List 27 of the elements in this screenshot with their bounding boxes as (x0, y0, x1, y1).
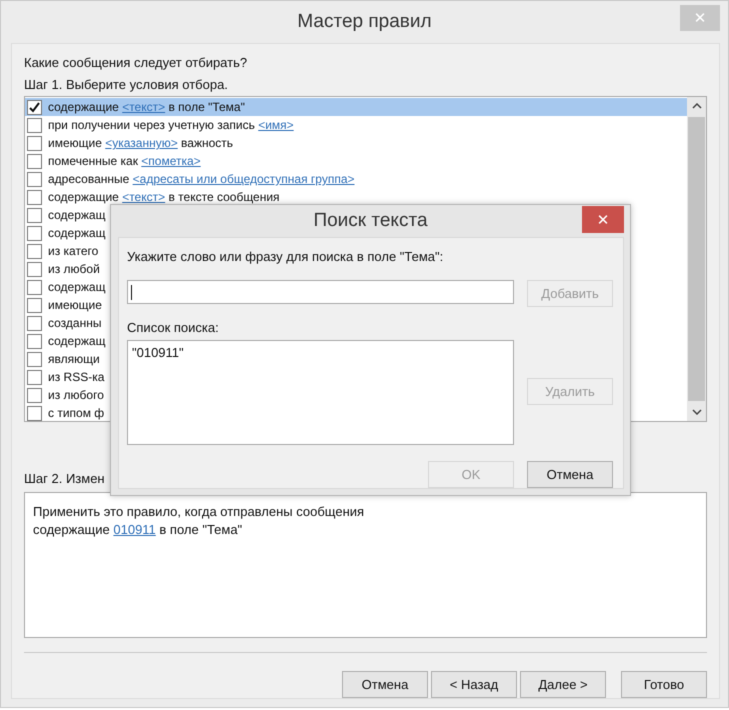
condition-text: содержащ (48, 225, 106, 241)
condition-text: с типом ф (48, 405, 104, 421)
description-text: Применить это правило, когда отправлены сообщения (33, 503, 364, 521)
description-text: содержащие 010911 в поле "Тема" (33, 521, 242, 539)
condition-text: при получении через учетную запись <имя> (48, 117, 294, 133)
step-label: Шаг 1. Выберите условия отбора. (24, 76, 228, 94)
condition-text: из любой (48, 261, 100, 277)
condition-text: содержащ (48, 207, 106, 223)
condition-text: имеющие <указанную> важность (48, 135, 234, 151)
condition-text: из любого (48, 387, 104, 403)
condition-text: содержащ (48, 279, 106, 295)
condition-text: содержащие <текст> в тексте сообщения (48, 189, 280, 205)
condition-text: из RSS-ка (48, 369, 104, 385)
condition-text: являющи (48, 351, 100, 367)
list-label: Список поиска: (127, 319, 219, 337)
condition-text: содержащие <текст> в поле "Тема" (48, 99, 245, 115)
condition-text: содержащ (48, 333, 106, 349)
window-title: Мастер правил (297, 11, 432, 33)
step-label: Шаг 2. Измен (24, 470, 105, 488)
condition-text: помеченные как <пометка> (48, 153, 201, 169)
condition-text: из катего (48, 243, 98, 259)
dialog-title: Поиск текста (313, 210, 428, 232)
prompt-label: Укажите слово или фразу для поиска в поле "Тема": (127, 248, 444, 266)
condition-text: имеющие (48, 297, 102, 313)
condition-text: созданны (48, 315, 102, 331)
condition-text: адресованные <адресаты или общедоступная группа> (48, 171, 355, 187)
question-label: Какие сообщения следует отбирать? (24, 54, 248, 72)
